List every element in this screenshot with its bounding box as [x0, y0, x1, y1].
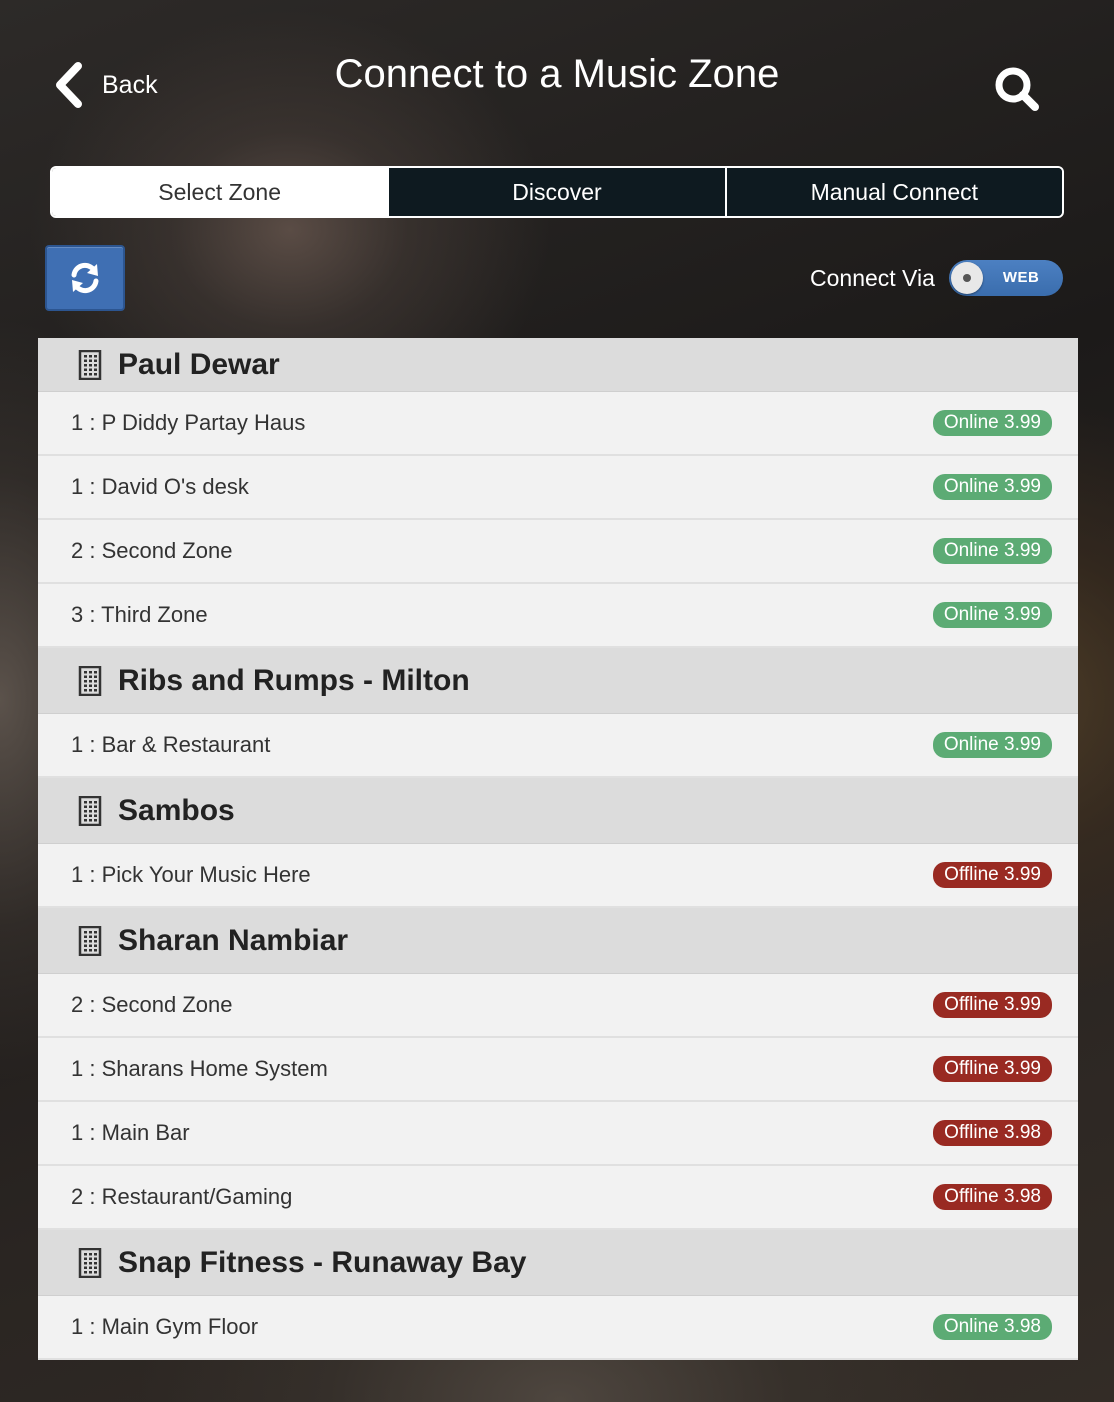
building-icon [78, 925, 102, 956]
status-badge: Online 3.99 [932, 732, 1052, 758]
status-badge: Offline 3.99 [933, 992, 1052, 1018]
group-header: Snap Fitness - Runaway Bay [38, 1230, 1078, 1296]
status-badge: Offline 3.98 [933, 1120, 1052, 1146]
group-header: Ribs and Rumps - Milton [38, 648, 1078, 714]
zone-row[interactable]: 1 : Main Bar Offline 3.98 [38, 1102, 1078, 1166]
group-name: Paul Dewar [118, 347, 280, 381]
status-badge: Online 3.98 [932, 1314, 1052, 1340]
status-badge: Online 3.99 [932, 602, 1052, 628]
building-icon [78, 795, 102, 826]
zone-name: 1 : Main Bar [71, 1120, 190, 1145]
tab-select-zone[interactable]: Select Zone [52, 168, 388, 216]
group-header: Sharan Nambiar [38, 908, 1078, 974]
group-name: Sharan Nambiar [118, 923, 349, 957]
connect-via-value: WEB [1002, 269, 1040, 286]
page-title: Connect to a Music Zone [334, 52, 780, 96]
tab-discover[interactable]: Discover [387, 168, 725, 216]
tab-bar: Select Zone Discover Manual Connect [50, 166, 1064, 218]
search-button[interactable] [992, 64, 1042, 114]
connect-via-label: Connect Via [810, 264, 935, 291]
connect-via: Connect Via WEB [810, 260, 1063, 296]
connect-via-toggle[interactable]: WEB [948, 260, 1063, 296]
group-header: Paul Dewar [38, 338, 1078, 392]
zone-name: 1 : David O's desk [71, 474, 249, 499]
zone-list[interactable]: Paul Dewar 1 : P Diddy Partay Haus Online … [38, 338, 1078, 1360]
status-badge: Online 3.99 [932, 538, 1052, 564]
zone-row[interactable]: 2 : Second Zone Offline 3.99 [38, 974, 1078, 1038]
refresh-icon [71, 262, 99, 294]
zone-name: 1 : P Diddy Partay Haus [71, 410, 306, 435]
status-badge: Offline 3.98 [933, 1184, 1052, 1210]
zone-name: 1 : Pick Your Music Here [71, 862, 311, 887]
group-name: Snap Fitness - Runaway Bay [118, 1245, 527, 1279]
status-badge: Offline 3.99 [933, 862, 1052, 888]
zone-row[interactable]: 2 : Restaurant/Gaming Offline 3.98 [38, 1166, 1078, 1230]
zone-row[interactable]: 2 : Second Zone Online 3.99 [38, 520, 1078, 584]
zone-row[interactable]: 1 : Main Gym Floor Online 3.98 [38, 1296, 1078, 1360]
zone-row[interactable]: 3 : Third Zone Online 3.99 [38, 584, 1078, 648]
zone-row[interactable]: 1 : David O's desk Online 3.99 [38, 456, 1078, 520]
zone-row[interactable]: 1 : Pick Your Music Here Offline 3.99 [38, 844, 1078, 908]
tab-manual-connect[interactable]: Manual Connect [724, 168, 1062, 216]
toggle-knob[interactable] [950, 262, 983, 294]
zone-row[interactable]: 1 : P Diddy Partay Haus Online 3.99 [38, 392, 1078, 456]
status-badge: Offline 3.99 [933, 1056, 1052, 1082]
group-name: Sambos [118, 793, 235, 827]
refresh-button[interactable] [45, 245, 125, 311]
zone-name: 1 : Bar & Restaurant [71, 732, 271, 757]
building-icon [78, 349, 102, 380]
building-icon [78, 1247, 102, 1278]
group-header: Sambos [38, 778, 1078, 844]
zone-name: 2 : Second Zone [71, 538, 233, 563]
zone-row[interactable]: 1 : Sharans Home System Offline 3.99 [38, 1038, 1078, 1102]
zone-name: 2 : Second Zone [71, 992, 233, 1017]
zone-name: 1 : Sharans Home System [71, 1056, 328, 1081]
zone-name: 2 : Restaurant/Gaming [71, 1184, 293, 1209]
building-icon [78, 665, 102, 696]
zone-name: 1 : Main Gym Floor [71, 1314, 259, 1339]
group-name: Ribs and Rumps - Milton [118, 663, 470, 697]
status-badge: Online 3.99 [932, 474, 1052, 500]
search-icon [995, 67, 1039, 111]
zone-row[interactable]: 1 : Bar & Restaurant Online 3.99 [38, 714, 1078, 778]
status-badge: Online 3.99 [932, 410, 1052, 436]
zone-name: 3 : Third Zone [71, 602, 208, 627]
